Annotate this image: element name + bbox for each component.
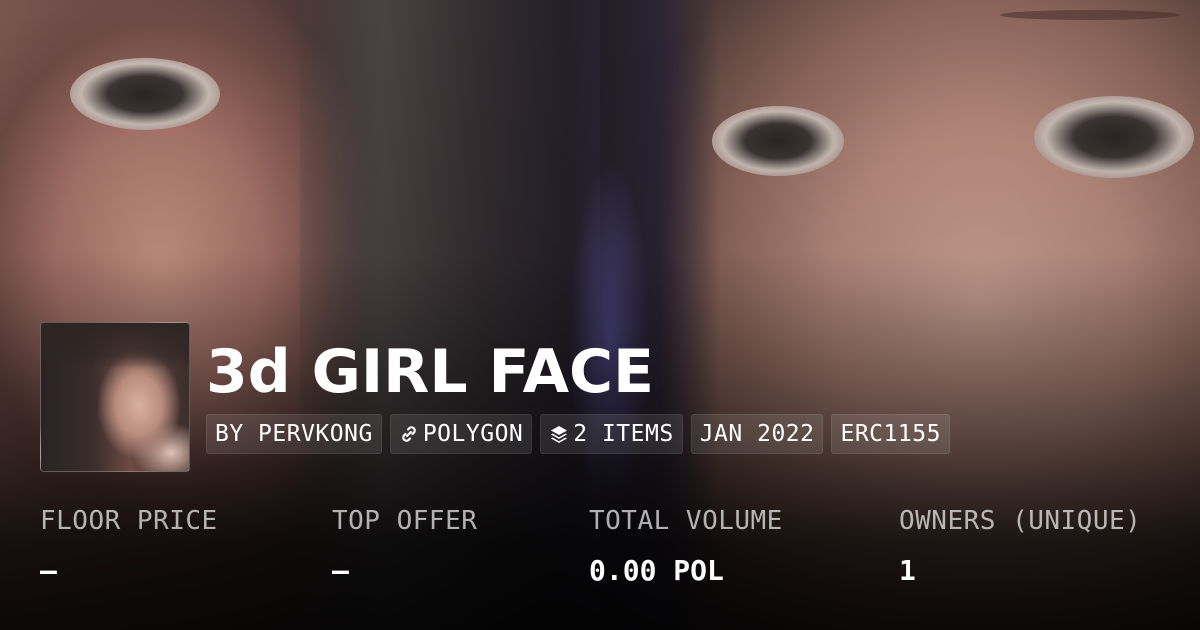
creator-chip[interactable]: BY PERVKONG bbox=[206, 414, 382, 454]
layers-icon bbox=[551, 426, 568, 443]
standard-chip-label: ERC1155 bbox=[840, 421, 941, 447]
avatar-hair bbox=[41, 323, 189, 369]
top-offer-stat: TOP OFFER – bbox=[332, 500, 477, 600]
chain-chip-label: POLYGON bbox=[422, 421, 524, 447]
top-offer-label: TOP OFFER bbox=[332, 506, 478, 536]
creator-chip-label: BY PERVKONG bbox=[215, 421, 373, 447]
total-volume-value: 0.00 POL bbox=[589, 554, 724, 587]
owners-label: OWNERS (UNIQUE) bbox=[899, 506, 1142, 536]
collection-stats: FLOOR PRICE – TOP OFFER – TOTAL VOLUME 0… bbox=[40, 500, 1180, 600]
collection-info-chips: BY PERVKONG POLYGON 2 ITEMS JAN 2022 ERC… bbox=[206, 414, 950, 454]
date-chip-label: JAN 2022 bbox=[699, 421, 815, 447]
collection-avatar[interactable] bbox=[40, 322, 190, 472]
date-chip: JAN 2022 bbox=[690, 414, 824, 454]
link-icon bbox=[402, 426, 416, 442]
standard-chip: ERC1155 bbox=[831, 414, 950, 454]
items-chip-label: 2 ITEMS bbox=[573, 421, 674, 447]
chain-chip[interactable]: POLYGON bbox=[389, 414, 533, 454]
total-volume-label: TOTAL VOLUME bbox=[589, 506, 783, 536]
collection-preview-card: 3d GIRL FACE BY PERVKONG POLYGON 2 ITEMS bbox=[0, 0, 1200, 630]
owners-value: 1 bbox=[899, 554, 916, 587]
owners-stat: OWNERS (UNIQUE) 1 bbox=[899, 500, 1141, 600]
collection-title: 3d GIRL FACE bbox=[206, 337, 655, 407]
total-volume-stat: TOTAL VOLUME 0.00 POL bbox=[589, 500, 783, 600]
floor-price-stat: FLOOR PRICE – bbox=[40, 500, 218, 600]
top-offer-value: – bbox=[332, 554, 349, 587]
floor-price-value: – bbox=[40, 554, 57, 587]
items-chip[interactable]: 2 ITEMS bbox=[540, 414, 683, 454]
floor-price-label: FLOOR PRICE bbox=[40, 506, 218, 536]
